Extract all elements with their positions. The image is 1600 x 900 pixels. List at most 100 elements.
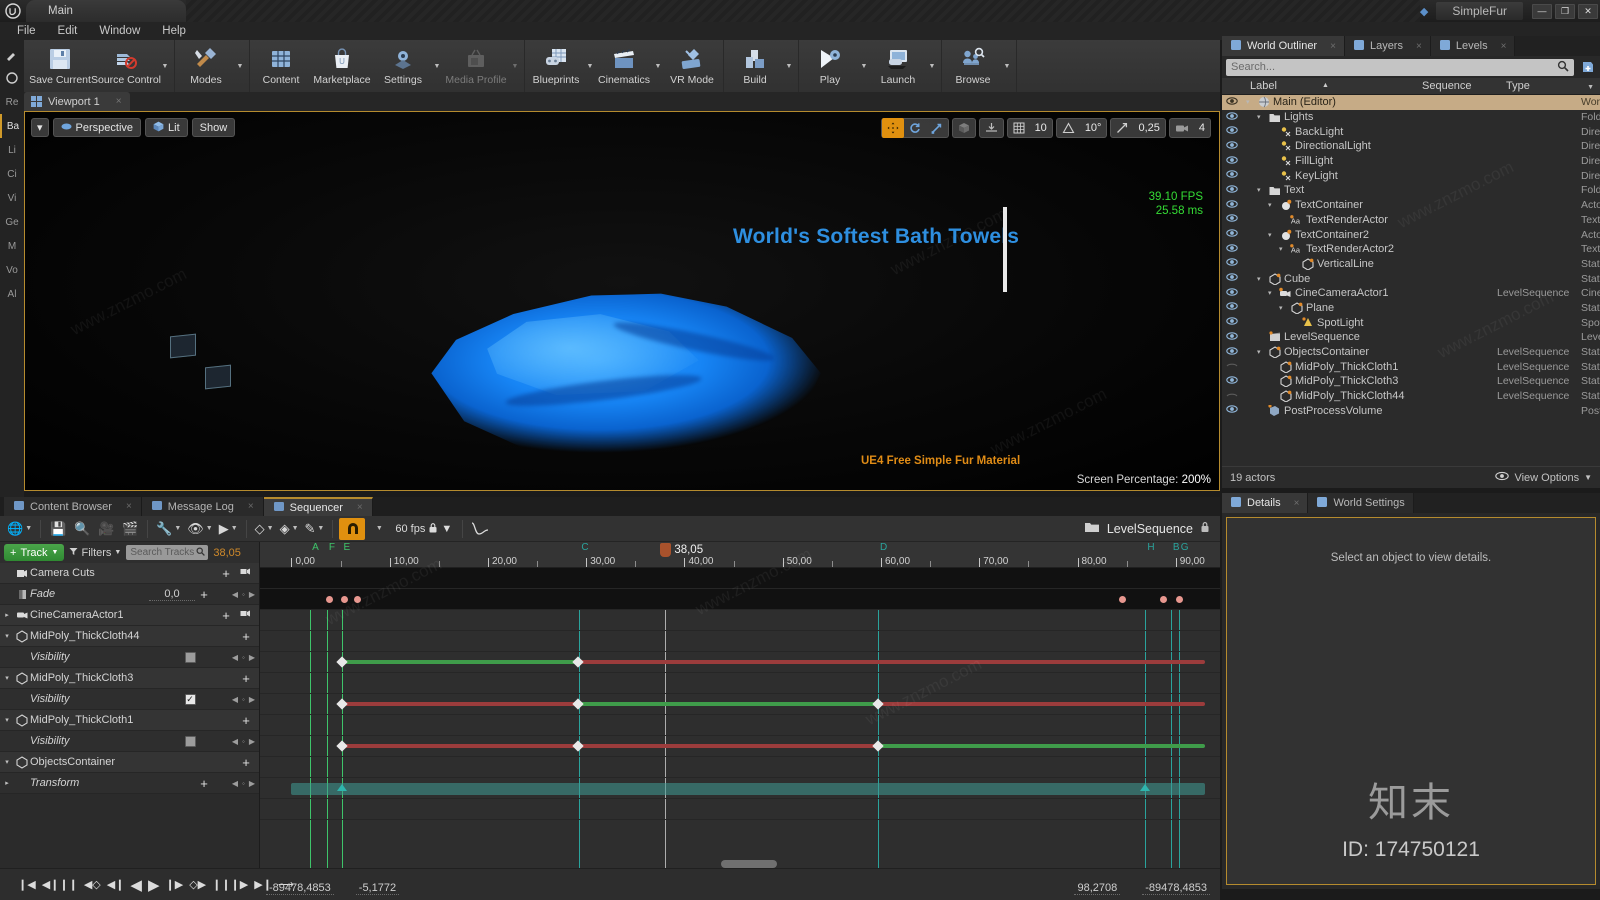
outliner-row[interactable]: ▾AaTextRenderActor2 TextRenderActor — [1222, 242, 1600, 257]
dock-tab-content-browser[interactable]: Content Browser × — [4, 497, 142, 516]
toolbar-button-source-control[interactable]: Source Control — [91, 40, 161, 92]
chevron-down-icon[interactable]: ▼ — [174, 525, 181, 532]
track-expander-icon[interactable]: ▾ — [0, 632, 14, 640]
close-icon[interactable]: × — [1294, 498, 1300, 509]
previous-key-icon[interactable]: ◀ — [232, 695, 238, 704]
visibility-eye-icon[interactable] — [1222, 213, 1242, 226]
sequencer-track-row[interactable]: Visibility ◀ ◦ ▶ — [0, 647, 259, 668]
transform-keyframe[interactable] — [336, 784, 347, 791]
grid-snap-value[interactable]: 10 — [1030, 118, 1052, 138]
sequencer-find-icon[interactable]: 🔍 — [71, 518, 93, 540]
sequencer-world-dropdown-icon[interactable]: 🌐 ▼ — [5, 518, 34, 540]
rail-item-vi[interactable]: Vi — [0, 186, 24, 210]
transport-step-back-frames[interactable]: ◀❙❙❙ — [42, 878, 78, 891]
toolbar-button-blueprints[interactable]: Blueprints — [528, 40, 584, 92]
sequencer-track-row[interactable]: Visibility ◀ ◦ ▶ — [0, 731, 259, 752]
surface-snap-icon[interactable] — [980, 118, 1003, 138]
visibility-eye-icon[interactable] — [1222, 360, 1242, 373]
rail-item-ci[interactable]: Ci — [0, 162, 24, 186]
chevron-down-icon[interactable]: ▼ — [206, 525, 213, 532]
outliner-row[interactable]: ▾ Cube StaticMeshActor — [1222, 271, 1600, 286]
add-key-icon[interactable]: ◦ — [242, 590, 245, 599]
add-key-icon[interactable]: ◦ — [242, 779, 245, 788]
expander-icon[interactable]: ▾ — [1268, 201, 1276, 209]
timeline-marker-label[interactable]: F — [329, 542, 335, 553]
chevron-down-icon[interactable]: ▼ — [25, 525, 32, 532]
fade-keyframe[interactable] — [341, 596, 348, 603]
add-track-section-button[interactable]: + — [217, 566, 235, 581]
outliner-row[interactable]: DirectionalLight DirectionalLight — [1222, 139, 1600, 154]
sequence-lock-icon[interactable] — [1200, 521, 1210, 536]
playback-range-start[interactable]: -5,1772 — [355, 882, 400, 895]
toolbar-button-build[interactable]: Build — [727, 40, 783, 92]
next-key-icon[interactable]: ▶ — [249, 653, 255, 662]
visibility-eye-icon[interactable] — [1222, 390, 1242, 403]
next-key-icon[interactable]: ▶ — [249, 779, 255, 788]
visibility-keyframe[interactable] — [572, 740, 585, 752]
next-key-icon[interactable]: ▶ — [249, 590, 255, 599]
expander-icon[interactable]: ▾ — [1279, 304, 1287, 312]
add-track-section-button[interactable]: + — [237, 755, 255, 770]
maximize-button[interactable]: ❐ — [1555, 3, 1575, 19]
close-icon[interactable]: × — [248, 501, 254, 512]
track-expander-icon[interactable]: ▾ — [0, 716, 14, 724]
scale-snap-icon[interactable] — [1111, 118, 1133, 138]
lock-icon[interactable] — [428, 522, 438, 536]
outliner-tab-layers[interactable]: Layers × — [1344, 36, 1431, 56]
close-icon[interactable]: × — [126, 501, 132, 512]
timeline-hscrollbar-thumb[interactable] — [721, 860, 777, 868]
close-icon[interactable]: × — [1416, 41, 1422, 52]
sequencer-eye-options-icon[interactable]: 👁 ▼ — [185, 518, 214, 540]
track-search-input[interactable]: Search Tracks — [126, 545, 209, 560]
chevron-down-icon[interactable]: ▼ — [292, 525, 299, 532]
previous-key-icon[interactable]: ◀ — [232, 779, 238, 788]
toolbar-button-vr-mode[interactable]: VR Mode — [664, 40, 720, 92]
visibility-eye-icon[interactable] — [1222, 301, 1242, 314]
transport-step-back[interactable]: ◀❙ — [107, 878, 125, 891]
add-key-icon[interactable]: ◦ — [242, 737, 245, 746]
outliner-row[interactable]: BackLight DirectionalLight — [1222, 124, 1600, 139]
toolbar-button-settings[interactable]: Settings — [375, 40, 431, 92]
next-key-icon[interactable]: ▶ — [249, 737, 255, 746]
timeline-marker-label[interactable]: H — [1147, 542, 1154, 553]
fade-keyframe[interactable] — [353, 596, 361, 603]
outliner-row[interactable]: ▾ Plane StaticMeshActor — [1222, 301, 1600, 316]
angle-icon[interactable] — [1057, 118, 1080, 138]
sequencer-save-icon[interactable]: 💾 — [47, 518, 69, 540]
curve-editor-icon[interactable] — [469, 518, 491, 540]
fade-section[interactable] — [260, 589, 1220, 610]
dock-tab-message-log[interactable]: Message Log × — [141, 497, 264, 516]
viewport-view-mode-button[interactable]: Lit — [145, 118, 188, 137]
sequencer-track-row[interactable]: ▸ Transform + ◀ ◦ ▶ — [0, 773, 259, 794]
rotate-tool-icon[interactable] — [904, 118, 926, 138]
visibility-eye-icon[interactable] — [1222, 155, 1242, 168]
outliner-row[interactable]: FillLight DirectionalLight — [1222, 154, 1600, 169]
scale-snap-value[interactable]: 0,25 — [1133, 118, 1164, 138]
snap-options-chevron[interactable]: ▼ — [367, 518, 389, 540]
view-options-button[interactable]: View Options ▼ — [1495, 471, 1592, 484]
sequencer-track-row[interactable]: ▾ MidPoly_ThickCloth3 + — [0, 668, 259, 689]
outliner-row[interactable]: KeyLight DirectionalLight — [1222, 168, 1600, 183]
playback-range-end[interactable]: 98,2708 — [1074, 882, 1121, 895]
track-expander-icon[interactable]: ▸ — [0, 611, 14, 619]
transform-keyframe[interactable] — [1140, 784, 1151, 791]
visibility-segment[interactable] — [878, 702, 1206, 706]
chevron-down-icon[interactable]: ▼ — [234, 40, 246, 92]
move-tool-icon[interactable] — [881, 118, 904, 138]
magnet-snap-icon[interactable] — [339, 517, 366, 540]
timeline-rows[interactable] — [260, 568, 1220, 900]
viewport-show-menu-button[interactable]: Show — [191, 118, 236, 137]
outliner-row[interactable]: AaTextRenderActorTextRenderActor — [1222, 213, 1600, 228]
fps-selector[interactable]: 60 fps ▼ — [391, 522, 456, 536]
outliner-row[interactable]: ▾ TextContainer Actor — [1222, 198, 1600, 213]
menu-help[interactable]: Help — [151, 22, 197, 40]
chevron-down-icon[interactable]: ▼ — [783, 40, 795, 92]
expander-icon[interactable]: ▾ — [1257, 113, 1265, 121]
outliner-row[interactable]: ▾ Main (Editor) World — [1222, 95, 1600, 110]
sequencer-track-row[interactable]: Fade 0,0 + ◀ ◦ ▶ — [0, 584, 259, 605]
menu-window[interactable]: Window — [88, 22, 151, 40]
outliner-tree[interactable]: www.znzmo.com www.znzmo.com ▾ Main (Edito… — [1222, 95, 1600, 466]
visibility-eye-icon[interactable] — [1222, 199, 1242, 212]
chevron-down-icon[interactable]: ▼ — [267, 525, 274, 532]
visibility-eye-icon[interactable] — [1222, 111, 1242, 124]
